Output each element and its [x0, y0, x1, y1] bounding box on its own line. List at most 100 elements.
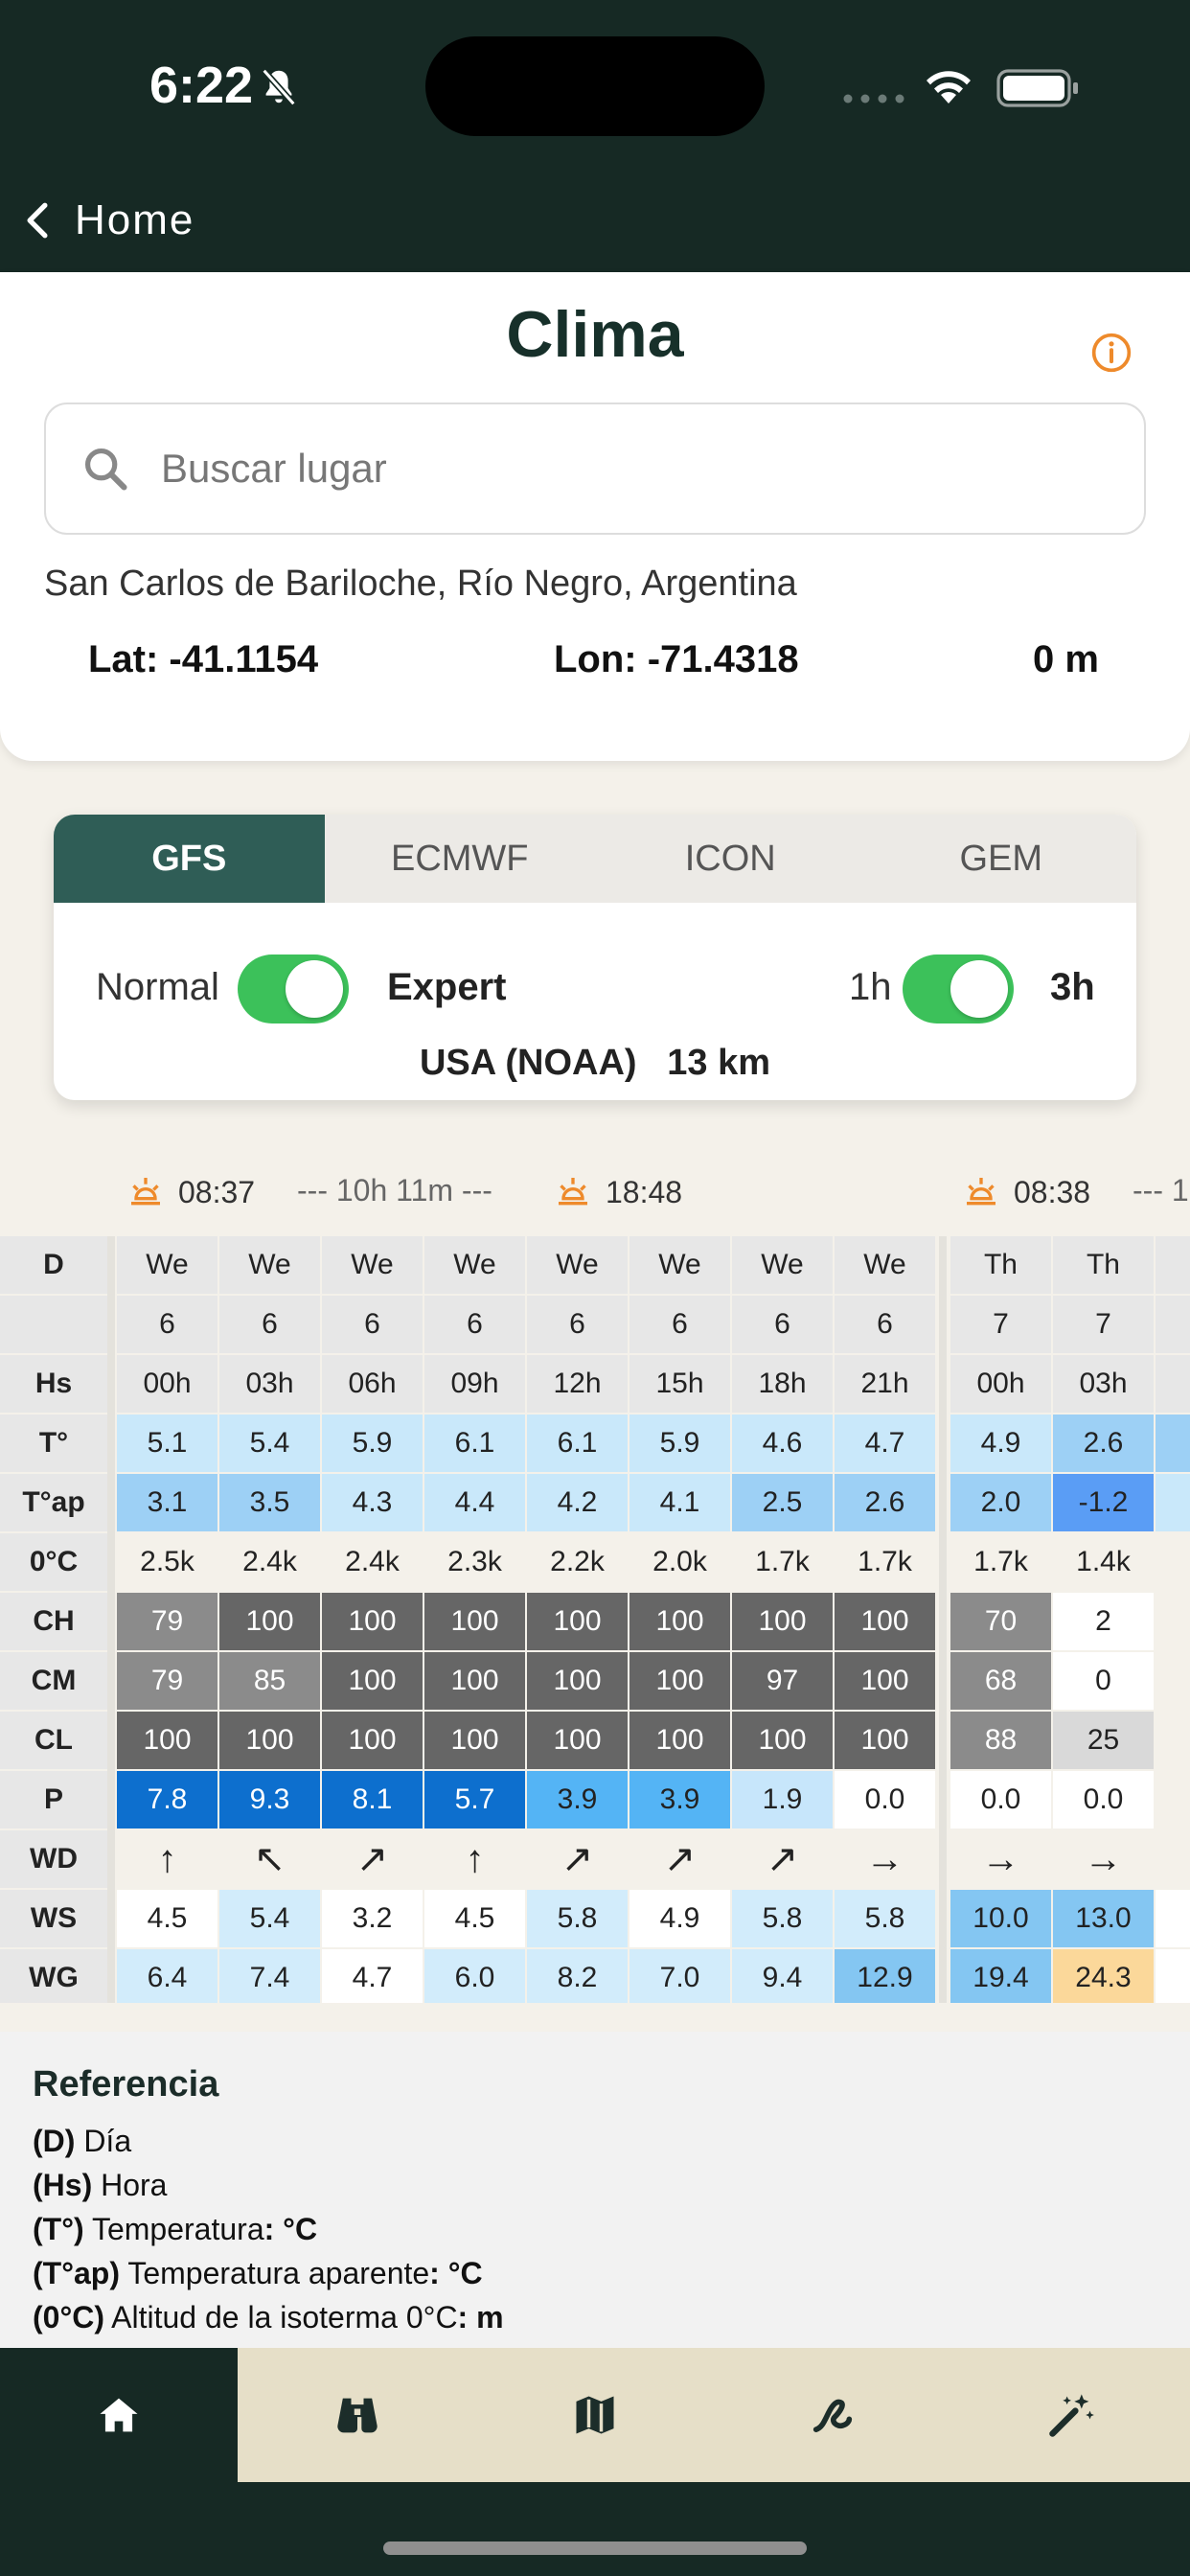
forecast-cell: 2 — [1156, 1949, 1190, 2003]
forecast-cell: We — [527, 1236, 628, 1294]
back-label: Home — [75, 196, 195, 243]
forecast-cell: 7.4 — [219, 1949, 320, 2003]
forecast-cell: 97 — [732, 1652, 833, 1710]
signal-icon — [843, 94, 904, 104]
forecast-cell: 00h — [117, 1355, 217, 1413]
row-label: CH — [0, 1593, 107, 1650]
forecast-cell: 03h — [1053, 1355, 1154, 1413]
forecast-cell: 0 — [1156, 1355, 1190, 1413]
daylight-1: --- 10h 11m --- — [297, 1173, 492, 1208]
binoculars-icon — [336, 2398, 378, 2433]
forecast-cell: 100 — [732, 1712, 833, 1769]
forecast-cell: 1.7k — [858, 1546, 912, 1577]
search-input[interactable] — [161, 446, 1023, 492]
place-name: San Carlos de Bariloche, Río Negro, Arge… — [44, 564, 797, 604]
reference-section: Referencia (D) Día (Hs) Hora (T°) Temper… — [0, 2032, 1190, 2348]
tab-icon[interactable]: ICON — [595, 815, 866, 903]
forecast-cell: 100 — [424, 1593, 525, 1650]
forecast-cell: 79 — [117, 1652, 217, 1710]
route-icon — [813, 2399, 853, 2432]
forecast-cell: 6 — [219, 1296, 320, 1353]
forecast-cell: 2.5 — [732, 1474, 833, 1531]
forecast-cell: 68 — [950, 1652, 1051, 1710]
forecast-cell: We — [732, 1236, 833, 1294]
forecast-cell: 5.4 — [219, 1890, 320, 1947]
nav-route[interactable] — [714, 2348, 951, 2482]
forecast-cell: 12h — [527, 1355, 628, 1413]
forecast-cell: 7 — [1053, 1296, 1154, 1353]
daylight-2: --- 1 — [1133, 1173, 1189, 1208]
mode-toggle[interactable] — [238, 954, 349, 1024]
row-label: CL — [0, 1712, 107, 1769]
forecast-cell: 6.1 — [527, 1414, 628, 1472]
forecast-cell: 4.7 — [322, 1949, 423, 2003]
forecast-cell: 100 — [219, 1593, 320, 1650]
forecast-cell: 6.1 — [424, 1414, 525, 1472]
tab-gfs[interactable]: GFS — [54, 815, 325, 903]
forecast-cell: 100 — [629, 1593, 730, 1650]
row-label: WS — [0, 1890, 107, 1947]
forecast-cell: ↖ — [253, 1838, 286, 1880]
model-panel: GFS ECMWF ICON GEM Normal Expert 1h 3h U… — [54, 815, 1136, 1100]
forecast-cell: 4.5 — [117, 1890, 217, 1947]
tab-gem[interactable]: GEM — [866, 815, 1137, 903]
forecast-cell: 5.8 — [527, 1890, 628, 1947]
longitude: Lon: -71.4318 — [554, 638, 799, 680]
forecast-cell: 88 — [950, 1712, 1051, 1769]
back-button[interactable]: Home — [23, 192, 195, 249]
forecast-cell: 4.9 — [950, 1414, 1051, 1472]
forecast-cell: Th — [950, 1236, 1051, 1294]
forecast-cell: ↑ — [157, 1837, 177, 1880]
forecast-cell: → — [1084, 1837, 1123, 1880]
forecast-cell: 100 — [835, 1593, 935, 1650]
tab-ecmwf[interactable]: ECMWF — [325, 815, 596, 903]
day-divider — [939, 1236, 947, 2003]
forecast-cell: 4.2 — [527, 1474, 628, 1531]
forecast-table[interactable]: D We We We We We We We We Th Th 6 6 6 6 6 6 6 6 7 7 Hs 00h 03h 0… — [0, 1236, 1190, 2003]
forecast-cell: 100 — [424, 1712, 525, 1769]
nav-spots[interactable] — [238, 2348, 475, 2482]
forecast-cell: - — [1156, 1474, 1190, 1531]
forecast-cell: 6 — [322, 1296, 423, 1353]
forecast-cell: 100 — [424, 1652, 525, 1710]
forecast-cell: 2.3k — [447, 1546, 502, 1577]
row-label: Hs — [0, 1355, 107, 1413]
forecast-cell — [1156, 1296, 1190, 1353]
step-toggle[interactable] — [903, 954, 1014, 1024]
altitude: 0 m — [1033, 638, 1099, 680]
forecast-cell: 6 — [629, 1296, 730, 1353]
forecast-cell: 4.9 — [629, 1890, 730, 1947]
row-label: CM — [0, 1652, 107, 1710]
nav-home[interactable] — [0, 2348, 239, 2482]
forecast-cell: 3.1 — [117, 1474, 217, 1531]
forecast-cell: 5.8 — [835, 1890, 935, 1947]
sunrise-1-time: 08:37 — [178, 1174, 256, 1209]
nav-tools[interactable] — [952, 2348, 1190, 2482]
forecast-cell: 2.5k — [140, 1546, 195, 1577]
forecast-cell: 13.0 — [1053, 1890, 1154, 1947]
forecast-cell: 8.1 — [322, 1771, 423, 1828]
page-title: Clima — [506, 298, 684, 371]
row-label: WD — [0, 1830, 107, 1888]
mode-expert-label: Expert — [387, 966, 507, 1008]
forecast-cell: 100 — [117, 1712, 217, 1769]
forecast-cell: 1.7k — [755, 1546, 810, 1577]
row-label: T° — [0, 1414, 107, 1472]
forecast-cell: 70 — [950, 1593, 1051, 1650]
top-bar: 6:22 Home — [0, 0, 1190, 272]
silent-bell-icon — [262, 68, 296, 106]
reference-item: (D) Día — [33, 2124, 132, 2158]
nav-map[interactable] — [476, 2348, 714, 2482]
forecast-cell: 1 — [1156, 1890, 1190, 1947]
sunset-1: 18:48 — [554, 1173, 682, 1211]
forecast-cell: 4.1 — [629, 1474, 730, 1531]
info-icon[interactable] — [1090, 332, 1133, 374]
search-field[interactable] — [44, 402, 1146, 535]
home-indicator-area — [0, 2482, 1190, 2576]
forecast-cell: 3.5 — [219, 1474, 320, 1531]
forecast-cell: 9.4 — [732, 1949, 833, 2003]
forecast-cell: 2.4k — [242, 1546, 297, 1577]
forecast-cell: 79 — [117, 1593, 217, 1650]
forecast-cell: 8.2 — [527, 1949, 628, 2003]
sun-times-row: 08:37 --- 10h 11m --- 18:48 08:38 --- 1 — [0, 1169, 1190, 1217]
